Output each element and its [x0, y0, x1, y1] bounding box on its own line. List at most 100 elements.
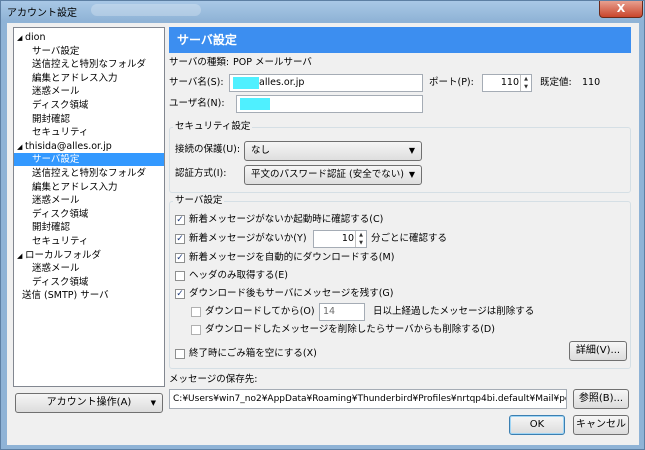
tree-item-label: 迷惑メール	[32, 195, 80, 207]
username-input[interactable]	[236, 95, 423, 113]
tree-item-label: サーバ設定	[32, 154, 80, 166]
port-spinner-icon[interactable]: ▲ ▼	[520, 75, 531, 91]
tree-account-node[interactable]: ◢ dion	[14, 31, 164, 44]
tree-item-label: セキュリティ	[32, 127, 89, 139]
port-input[interactable]: 110 ▲ ▼	[482, 74, 532, 92]
browse-button[interactable]: 参照(B)...	[573, 389, 629, 409]
headers-only-label: ヘッダのみ取得する(E)	[189, 270, 288, 281]
expand-triangle-icon[interactable]: ◢	[17, 32, 25, 45]
delete-after-days-label: ダウンロードしてから(O)	[205, 306, 315, 317]
tree-account-node[interactable]: 送信 (SMTP) サーバ	[14, 289, 164, 302]
tree-settings-item[interactable]: サーバ設定	[14, 153, 164, 167]
server-type-value: POP メールサーバ	[233, 57, 312, 68]
tree-settings-item[interactable]: ディスク領域	[14, 208, 164, 221]
auto-download-checkbox[interactable]: ✓	[175, 253, 185, 263]
auth-method-label: 認証方式(I):	[175, 168, 227, 179]
account-settings-window: アカウント設定 X ◢ dion サーバ設定 送信控えと特別なフォルダ 編集とアドレス入…	[0, 0, 645, 450]
delete-after-days-suffix: 日以上経過したメッセージは削除する	[373, 306, 535, 317]
dropdown-arrow-icon: ▼	[150, 399, 156, 407]
empty-trash-checkbox[interactable]	[175, 349, 185, 359]
close-button[interactable]: X	[599, 1, 643, 18]
auto-download-label: 新着メッセージを自動的にダウンロードする(M)	[189, 252, 395, 263]
tree-item-label: ディスク領域	[32, 208, 89, 220]
tree-settings-item[interactable]: 迷惑メール	[14, 194, 164, 207]
default-port-value: 110	[582, 77, 601, 88]
tree-settings-item[interactable]: 編集とアドレス入力	[14, 181, 164, 194]
tree-account-node[interactable]: ◢ thisida@alles.or.jp	[14, 140, 164, 153]
account-actions-button[interactable]: アカウント操作(A) ▼	[15, 393, 163, 413]
connection-security-label: 接続の保護(U):	[175, 144, 241, 155]
tree-settings-item[interactable]: ディスク領域	[14, 276, 164, 289]
tree-item-label: thisida@alles.or.jp	[25, 140, 112, 152]
tree-account-node[interactable]: ◢ ローカルフォルダ	[14, 249, 164, 262]
tree-item-label: ディスク領域	[32, 100, 89, 111]
username-label: ユーザ名(N):	[169, 98, 225, 109]
tree-item-label: 開封確認	[32, 113, 71, 125]
delete-when-deleted-label: ダウンロードしたメッセージを削除したらサーバからも削除する(D)	[205, 324, 495, 335]
auth-method-value: 平文のパスワード認証 (安全でない)	[251, 169, 404, 180]
headers-only-checkbox[interactable]	[175, 271, 185, 281]
expand-triangle-icon[interactable]: ◢	[17, 141, 25, 154]
server-type-label: サーバの種類:	[169, 57, 230, 68]
tree-settings-item[interactable]: 送信控えと特別なフォルダ	[14, 58, 164, 71]
tree-item-label: 開封確認	[32, 222, 71, 234]
blurred-title-area	[91, 4, 201, 16]
storage-path-value: C:¥Users¥win7_no2¥AppData¥Roaming¥Thunde…	[173, 394, 567, 404]
tree-item-label: dion	[25, 32, 46, 43]
advanced-button[interactable]: 詳細(V)...	[569, 341, 627, 361]
delete-when-deleted-checkbox[interactable]	[191, 325, 201, 335]
tree-settings-item[interactable]: セキュリティ	[14, 126, 164, 139]
delete-after-days-checkbox[interactable]	[191, 307, 201, 317]
connection-security-value: なし	[251, 145, 271, 156]
tree-item-label: ローカルフォルダ	[25, 249, 102, 261]
tree-settings-item[interactable]: 迷惑メール	[14, 85, 164, 98]
server-settings-group-title: サーバ設定	[173, 195, 225, 207]
page-title: サーバ設定	[169, 27, 631, 53]
tree-settings-item[interactable]: セキュリティ	[14, 235, 164, 248]
check-interval-checkbox[interactable]: ✓	[175, 234, 185, 244]
expand-triangle-icon[interactable]: ◢	[17, 250, 25, 263]
tree-settings-item[interactable]: 編集とアドレス入力	[14, 72, 164, 85]
default-port-label: 既定値:	[540, 77, 572, 88]
port-label: ポート(P):	[429, 77, 474, 88]
tree-settings-item[interactable]: ディスク領域	[14, 99, 164, 112]
tree-settings-item[interactable]: 開封確認	[14, 113, 164, 126]
tree-settings-item[interactable]: サーバ設定	[14, 45, 164, 58]
tree-item-label: 迷惑メール	[32, 263, 80, 275]
redaction-mark	[233, 76, 259, 89]
tree-item-label: 送信 (SMTP) サーバ	[22, 290, 109, 302]
connection-security-select[interactable]: なし ▼	[244, 141, 422, 161]
security-group-title: セキュリティ設定	[173, 121, 253, 133]
dropdown-arrow-icon: ▼	[408, 146, 415, 155]
tree-settings-item[interactable]: 送信控えと特別なフォルダ	[14, 167, 164, 180]
leave-on-server-checkbox[interactable]: ✓	[175, 289, 185, 299]
delete-after-days-input[interactable]: 14	[319, 303, 365, 321]
check-interval-value: 10	[341, 233, 354, 244]
tree-item-label: 編集とアドレス入力	[32, 181, 118, 193]
tree-item-label: ディスク領域	[32, 276, 89, 288]
server-name-value: alles.or.jp	[259, 77, 305, 88]
ok-button[interactable]: OK	[509, 415, 565, 435]
dialog-client-area: ◢ dion サーバ設定 送信控えと特別なフォルダ 編集とアドレス入力 迷惑メール ディスク…	[7, 23, 639, 445]
dropdown-arrow-icon: ▼	[408, 170, 415, 179]
server-name-input[interactable]: alles.or.jp	[229, 74, 423, 92]
auth-method-select[interactable]: 平文のパスワード認証 (安全でない) ▼	[244, 165, 422, 185]
interval-spinner-icon[interactable]: ▲ ▼	[355, 231, 366, 247]
tree-item-label: サーバ設定	[32, 45, 80, 57]
title-bar[interactable]: アカウント設定 X	[1, 1, 644, 21]
delete-after-days-value: 14	[323, 306, 336, 317]
tree-settings-item[interactable]: 開封確認	[14, 221, 164, 234]
tree-settings-item[interactable]: 迷惑メール	[14, 262, 164, 275]
redaction-mark	[240, 97, 270, 110]
check-interval-suffix: 分ごとに確認する	[371, 233, 448, 244]
storage-path-input[interactable]: C:¥Users¥win7_no2¥AppData¥Roaming¥Thunde…	[169, 389, 567, 409]
account-tree[interactable]: ◢ dion サーバ設定 送信控えと特別なフォルダ 編集とアドレス入力 迷惑メール ディスク…	[13, 27, 165, 387]
empty-trash-label: 終了時にごみ箱を空にする(X)	[189, 348, 317, 359]
storage-label: メッセージの保存先:	[169, 374, 258, 385]
check-on-startup-checkbox[interactable]: ✓	[175, 215, 185, 225]
cancel-button[interactable]: キャンセル	[573, 415, 629, 435]
account-actions-label: アカウント操作(A)	[46, 397, 132, 408]
check-on-startup-label: 新着メッセージがないか起動時に確認する(C)	[189, 214, 384, 225]
tree-item-label: 送信控えと特別なフォルダ	[32, 59, 147, 71]
check-interval-input[interactable]: 10 ▲ ▼	[313, 230, 367, 248]
